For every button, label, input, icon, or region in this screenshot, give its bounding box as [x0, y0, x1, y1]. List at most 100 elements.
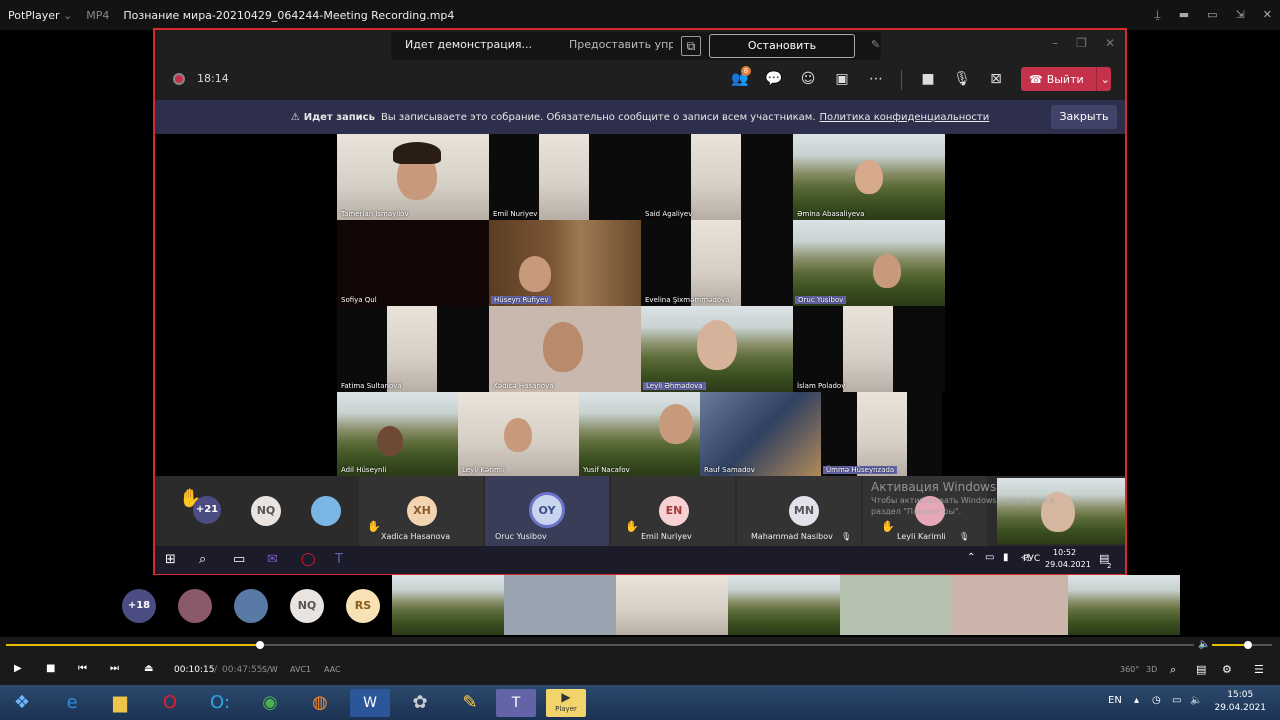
close-icon[interactable]: ✕: [1263, 8, 1272, 22]
participant-photo-avatar[interactable]: [311, 496, 341, 526]
seek-handle[interactable]: [256, 641, 264, 649]
file-explorer-icon[interactable]: ▆: [100, 689, 140, 717]
eject-icon[interactable]: ⏏: [144, 663, 153, 674]
word-icon[interactable]: W: [350, 689, 390, 717]
participant-card[interactable]: ✋ EN Emil Nuriyev: [611, 476, 735, 546]
video-tile[interactable]: Rauf Samadov: [700, 392, 821, 476]
participant-card-active[interactable]: OY Oruc Yusibov: [485, 476, 609, 546]
leave-button[interactable]: ☎ Выйти ⌄: [1021, 67, 1111, 91]
pin-icon[interactable]: ✎: [871, 38, 880, 51]
participant-avatar[interactable]: NQ: [251, 496, 281, 526]
gallery-video[interactable]: [616, 575, 728, 635]
stop-share-icon[interactable]: ⊠: [987, 70, 1005, 88]
close-banner-button[interactable]: Закрыть: [1051, 105, 1117, 129]
video-tile[interactable]: Əmina Abasaliyeva: [793, 134, 945, 220]
outlook-icon[interactable]: O:: [200, 689, 240, 717]
tray-chevron-icon[interactable]: ▴: [1134, 695, 1139, 706]
minimize-icon[interactable]: –: [1052, 36, 1058, 50]
teams-icon[interactable]: T: [335, 552, 343, 567]
input-language[interactable]: EN: [1108, 695, 1122, 706]
initials-avatar[interactable]: NQ: [290, 589, 324, 623]
stop-icon[interactable]: ■: [46, 663, 55, 674]
firefox-icon[interactable]: ◍: [300, 689, 340, 717]
overflow-count[interactable]: +18: [122, 589, 156, 623]
teams-icon[interactable]: T: [496, 689, 536, 717]
3d-button[interactable]: 3D: [1146, 665, 1157, 674]
microphone-icon[interactable]: 🎙: [953, 70, 971, 88]
minimize-icon[interactable]: ▬: [1179, 8, 1189, 22]
video-codec-tag[interactable]: AVC1: [290, 665, 311, 674]
settings-gear-icon[interactable]: ⚙: [1222, 663, 1232, 676]
volume-icon[interactable]: 🔈: [1190, 695, 1202, 706]
video-tile[interactable]: Emil Nuriyev: [489, 134, 641, 220]
restore-icon[interactable]: ❐: [1076, 36, 1087, 50]
previous-icon[interactable]: ⏮: [78, 663, 87, 674]
potplayer-menu[interactable]: PotPlayer: [8, 9, 72, 22]
chevron-down-icon[interactable]: ⌄: [1101, 73, 1110, 86]
decoder-tag[interactable]: S/W: [262, 665, 278, 674]
opera-icon[interactable]: O: [150, 689, 190, 717]
next-icon[interactable]: ⏭: [110, 663, 119, 674]
video-tile[interactable]: İslam Poladov: [793, 306, 945, 392]
more-options-icon[interactable]: ⋯: [867, 70, 885, 88]
menu-icon[interactable]: ☰: [1254, 663, 1264, 676]
reactions-icon[interactable]: ☺: [799, 70, 817, 88]
taskbar-clock[interactable]: 15:05 29.04.2021: [1214, 689, 1266, 715]
video-tile[interactable]: Said Agaliyev: [641, 134, 793, 220]
video-tile[interactable]: Sofiya Qul: [337, 220, 489, 306]
tray-chevron-icon[interactable]: ⌃: [967, 552, 975, 563]
privacy-policy-link[interactable]: Политика конфиденциальности: [820, 112, 990, 123]
input-language[interactable]: РУС: [1023, 554, 1040, 564]
video-tile[interactable]: Ümmə Hüseynzada: [821, 392, 942, 476]
video-tile[interactable]: Adil Hüseynli: [337, 392, 458, 476]
play-icon[interactable]: ▶: [14, 663, 22, 674]
chat-icon[interactable]: 💬: [765, 70, 783, 88]
gallery-video[interactable]: [952, 575, 1068, 635]
overflow-count[interactable]: +21: [193, 496, 221, 524]
rooms-icon[interactable]: ▣: [833, 70, 851, 88]
video-tile[interactable]: Tamerlan Ismayilov: [337, 134, 489, 220]
capture-icon[interactable]: ⌕: [1170, 663, 1176, 677]
windows-start-icon[interactable]: ⊞: [165, 552, 176, 567]
gallery-video[interactable]: [840, 575, 952, 635]
video-tile[interactable]: Leyli Əhmədova: [641, 306, 793, 392]
video-tile[interactable]: Leyli Kərimli: [458, 392, 579, 476]
photo-avatar[interactable]: [178, 589, 212, 623]
video-tile[interactable]: Xədicə Hasanova: [489, 306, 641, 392]
opera-icon[interactable]: ◯: [301, 552, 316, 567]
video-tile[interactable]: Yusif Nacafov: [579, 392, 700, 476]
chrome-icon[interactable]: ◉: [250, 689, 290, 717]
video-tile[interactable]: Evelina Şixməmmədova: [641, 220, 793, 306]
seek-bar[interactable]: 🔈: [0, 637, 1280, 655]
close-icon[interactable]: ✕: [1105, 36, 1115, 50]
initials-avatar[interactable]: RS: [346, 589, 380, 623]
give-control-button[interactable]: Предоставить управл: [569, 38, 673, 51]
app-icon[interactable]: ✿: [400, 689, 440, 717]
maximize-icon[interactable]: ▭: [1207, 8, 1217, 22]
volume-handle[interactable]: [1244, 641, 1252, 649]
video-tile[interactable]: Hüseyn Rufiyev: [489, 220, 641, 306]
paint-icon[interactable]: ✎: [450, 689, 490, 717]
gallery-video[interactable]: [728, 575, 840, 635]
photo-avatar[interactable]: [234, 589, 268, 623]
vr-360-button[interactable]: 360°: [1120, 665, 1139, 674]
gallery-video[interactable]: [504, 575, 616, 635]
gallery-video[interactable]: [1068, 575, 1180, 635]
pin-icon[interactable]: ⍊: [1154, 8, 1161, 22]
gallery-video[interactable]: [392, 575, 504, 635]
task-view-icon[interactable]: ▭: [233, 552, 245, 567]
stop-sharing-button[interactable]: Остановить демонстрацию: [709, 34, 855, 74]
fullscreen-icon[interactable]: ⇲: [1236, 8, 1245, 22]
participant-card[interactable]: MN Mahammad Nasibov 🎙: [737, 476, 861, 546]
mail-icon[interactable]: ✉: [267, 552, 278, 567]
playlist-icon[interactable]: ▤: [1196, 663, 1206, 676]
search-icon[interactable]: ⌕: [199, 552, 206, 567]
share-screen-icon[interactable]: ⧉: [681, 36, 701, 56]
video-tile[interactable]: Oruc Yusibov: [793, 220, 945, 306]
audio-codec-tag[interactable]: AAC: [324, 665, 341, 674]
windows-start-icon[interactable]: ❖: [2, 689, 42, 717]
speaker-icon[interactable]: 🔈: [1198, 639, 1210, 650]
camera-icon[interactable]: ■: [919, 70, 937, 88]
internet-explorer-icon[interactable]: e: [52, 689, 92, 717]
participant-card[interactable]: ✋ XH Xadica Hasanova: [359, 476, 483, 546]
